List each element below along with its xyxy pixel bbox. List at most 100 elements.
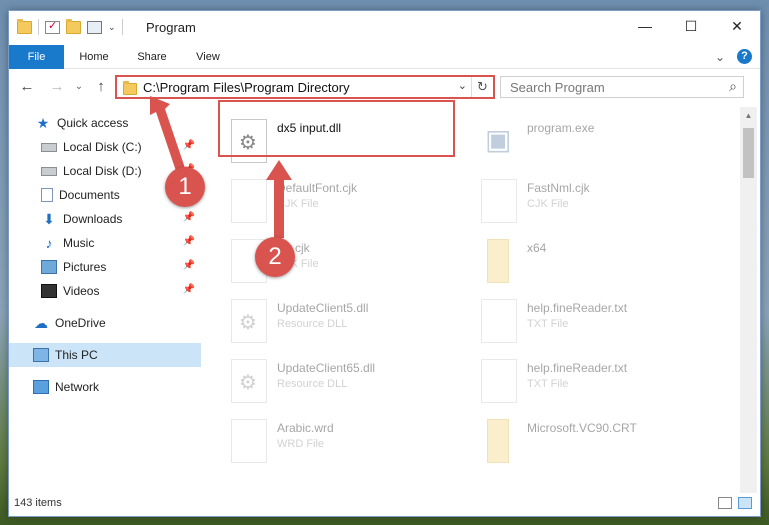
item-count: 143 items — [14, 497, 62, 509]
tab-view[interactable]: View — [185, 45, 231, 69]
sidebar-item-label: Network — [55, 380, 100, 394]
file-icon — [481, 179, 517, 223]
status-bar: 143 items — [9, 492, 760, 516]
address-bar[interactable]: C:\Program Files\Program Directory ⌄ ↻ — [115, 75, 495, 99]
address-dropdown-icon[interactable]: ⌄ — [458, 79, 467, 92]
sidebar-item-label: Local Disk (C:) — [63, 140, 142, 154]
search-placeholder: Search Program — [510, 80, 605, 95]
folder-item[interactable]: Microsoft.VC90.CRT — [457, 413, 697, 471]
tab-home[interactable]: Home — [69, 45, 119, 69]
file-type: CJK File — [527, 198, 569, 210]
file-item[interactable]: DefaultFont.cjk CJK File — [207, 173, 447, 231]
dll-gear-icon — [231, 299, 267, 343]
help-icon[interactable]: ? — [737, 49, 752, 64]
explorer-window: ⌄ Program — ☐ ✕ File Home Share View ⌄ ?… — [8, 10, 761, 517]
minimize-button[interactable]: — — [622, 11, 668, 41]
file-icon — [481, 359, 517, 403]
file-list: dx5 input.dll program.exe DefaultFont.cj… — [207, 107, 740, 493]
folder-icon — [17, 18, 32, 34]
folder-item[interactable]: x64 — [457, 233, 697, 291]
scrollbar-thumb[interactable] — [743, 128, 754, 178]
pictures-icon — [41, 260, 57, 274]
sidebar-item-label: Quick access — [57, 116, 129, 130]
address-path[interactable]: C:\Program Files\Program Directory — [143, 80, 350, 95]
sidebar-item-this-pc[interactable]: This PC — [9, 343, 201, 367]
sidebar-item-label: Documents — [59, 188, 120, 202]
refresh-button[interactable]: ↻ — [471, 77, 493, 97]
pin-icon: 📌 — [182, 284, 195, 295]
sidebar-item-videos[interactable]: Videos 📌 — [9, 279, 201, 303]
highlight-box — [218, 100, 455, 157]
back-button[interactable]: ← — [17, 77, 37, 97]
step-2-badge: 2 — [255, 237, 295, 277]
details-view-icon[interactable] — [718, 497, 732, 509]
search-icon[interactable]: ⌕ — [729, 78, 737, 95]
recent-locations-button[interactable]: ⌄ — [69, 77, 89, 97]
vertical-scrollbar[interactable]: ▲ — [740, 107, 757, 493]
sidebar-item-label: Downloads — [63, 212, 123, 226]
file-name: DefaultFont.cjk — [277, 181, 358, 195]
file-name: UpdateClient5.dll — [277, 301, 369, 315]
file-name: x64 — [527, 241, 547, 255]
file-name: help.fineReader.txt — [527, 301, 628, 315]
documents-icon — [41, 188, 53, 202]
file-item[interactable]: list.cjk CJK File — [207, 233, 447, 291]
properties-icon[interactable] — [45, 19, 60, 34]
maximize-button[interactable]: ☐ — [668, 11, 714, 41]
forward-button[interactable]: → — [47, 77, 67, 97]
file-item[interactable]: UpdateClient5.dll Resource DLL — [207, 293, 447, 351]
folder-icon — [123, 81, 137, 95]
file-type: CJK File — [277, 198, 319, 210]
sidebar-item-label: This PC — [55, 348, 98, 362]
folder-icon — [487, 239, 509, 283]
file-name: help.fineReader.txt — [527, 361, 628, 375]
sidebar-item-label: Music — [63, 236, 95, 250]
dll-gear-icon — [231, 359, 267, 403]
sidebar-item-label: Videos — [63, 284, 100, 298]
star-icon: ★ — [36, 115, 50, 131]
search-input[interactable]: Search Program ⌕ — [500, 76, 744, 98]
window-controls: — ☐ ✕ — [622, 11, 760, 41]
file-name: program.exe — [527, 121, 595, 135]
sidebar-item-network[interactable]: Network — [9, 375, 201, 399]
ribbon-tabs: File Home Share View ⌄ ? — [9, 45, 760, 69]
file-item[interactable]: FastNml.cjk CJK File — [457, 173, 697, 231]
sidebar-item-onedrive[interactable]: ☁ OneDrive — [9, 311, 201, 335]
ribbon-expand-icon[interactable]: ⌄ — [715, 50, 725, 64]
file-type: TXT File — [527, 318, 569, 330]
title-bar: ⌄ Program — ☐ ✕ — [9, 11, 760, 43]
file-item[interactable]: UpdateClient65.dll Resource DLL — [207, 353, 447, 411]
file-name: Arabic.wrd — [277, 421, 334, 435]
videos-icon — [41, 284, 57, 298]
file-item[interactable]: help.fineReader.txt TXT File — [457, 353, 697, 411]
sidebar-item-music[interactable]: ♪ Music 📌 — [9, 231, 201, 255]
sidebar-item-pictures[interactable]: Pictures 📌 — [9, 255, 201, 279]
file-name: UpdateClient65.dll — [277, 361, 376, 375]
pin-icon: 📌 — [182, 260, 195, 271]
up-button[interactable]: ↑ — [91, 77, 111, 97]
file-name: FastNml.cjk — [527, 181, 590, 195]
chevron-down-icon[interactable]: ⌄ — [108, 22, 116, 33]
tab-share[interactable]: Share — [127, 45, 177, 69]
scroll-up-icon[interactable]: ▲ — [740, 107, 757, 124]
tab-file[interactable]: File — [9, 45, 64, 69]
sidebar-item-quick-access[interactable]: ★ Quick access — [9, 111, 201, 135]
computer-icon — [33, 348, 49, 362]
sidebar-item-downloads[interactable]: ⬇ Downloads 📌 — [9, 207, 201, 231]
network-icon — [33, 380, 49, 394]
window-title: Program — [146, 20, 196, 35]
file-item[interactable]: Arabic.wrd WRD File — [207, 413, 447, 471]
new-folder-icon[interactable] — [66, 18, 81, 34]
sidebar-item-label: OneDrive — [55, 316, 106, 330]
file-type: Resource DLL — [277, 318, 348, 330]
customize-icon[interactable] — [87, 20, 102, 34]
sidebar-item-label: Pictures — [63, 260, 107, 274]
sidebar-item-local-disk-c[interactable]: Local Disk (C:) 📌 — [9, 135, 201, 159]
close-button[interactable]: ✕ — [714, 11, 760, 41]
quick-access-toolbar: ⌄ — [17, 18, 123, 35]
file-item-program-exe[interactable]: program.exe — [457, 113, 697, 171]
large-icons-view-icon[interactable] — [738, 497, 752, 509]
file-item[interactable]: help.fineReader.txt TXT File — [457, 293, 697, 351]
downloads-icon: ⬇ — [43, 211, 55, 227]
pin-icon: 📌 — [182, 236, 195, 247]
